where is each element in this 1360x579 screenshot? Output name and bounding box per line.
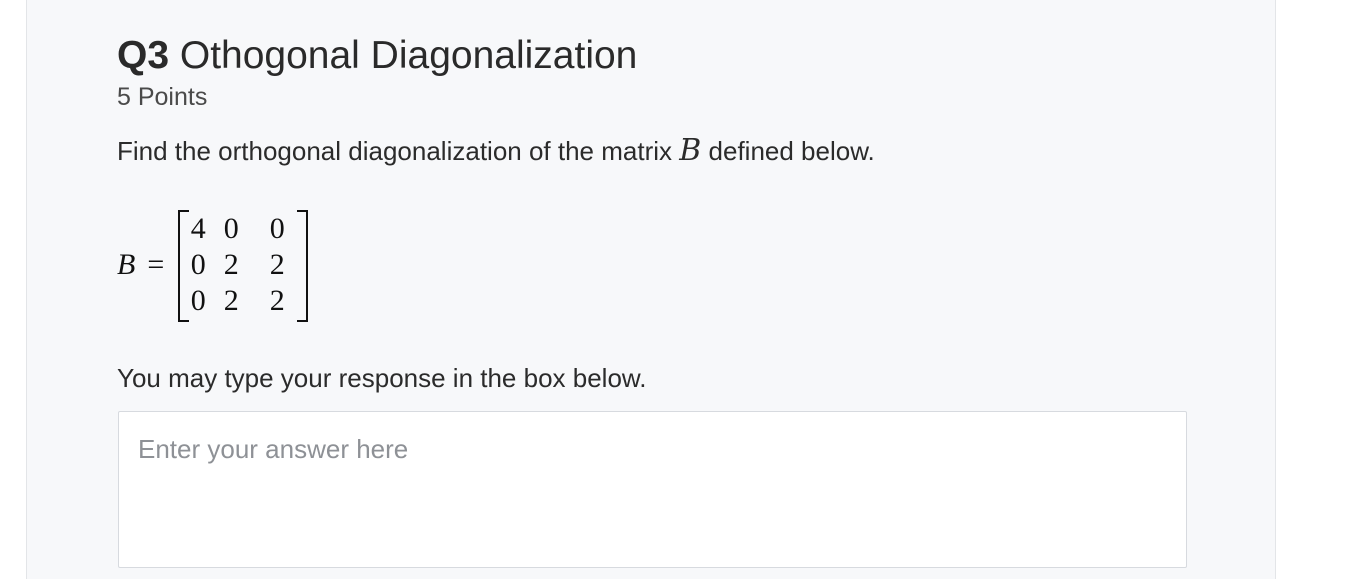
question-prompt: Find the orthogonal diagonalization of t… — [117, 133, 875, 169]
matrix-cell: 0 — [190, 248, 206, 281]
answer-input[interactable] — [118, 411, 1187, 568]
matrix-row: 0 2 2 — [188, 283, 300, 319]
matrix-cell: 2 — [223, 248, 239, 281]
response-instruction: You may type your response in the box be… — [117, 363, 647, 393]
prompt-text-before: Find the orthogonal diagonalization of t… — [117, 136, 680, 166]
matrix-b: 4 0 0 0 2 2 0 2 2 — [178, 210, 309, 322]
matrix-cell: 0 — [223, 212, 239, 245]
question-header: Q3 Othogonal Diagonalization 5 Points — [117, 30, 637, 113]
matrix-cell: 2 — [269, 284, 285, 317]
equation-lhs: B — [117, 248, 136, 281]
matrix-cell: 2 — [223, 284, 239, 317]
question-points: 5 Points — [117, 83, 208, 111]
matrix-cell: 4 — [190, 212, 206, 245]
equals-sign: = — [147, 248, 165, 281]
matrix-cell: 0 — [190, 284, 206, 317]
question-title: Q3 Othogonal Diagonalization — [117, 30, 637, 82]
matrix-right-bracket — [297, 210, 309, 322]
matrix-cell: 2 — [269, 248, 285, 281]
matrix-cell: 0 — [269, 212, 285, 245]
matrix-row: 4 0 0 — [188, 211, 300, 247]
prompt-matrix-variable: B — [679, 133, 702, 168]
matrix-equation: B = 4 0 0 0 2 2 0 2 2 — [117, 208, 309, 322]
matrix-row: 0 2 2 — [188, 247, 300, 283]
question-number: Q3 — [117, 34, 170, 77]
matrix-grid: 4 0 0 0 2 2 0 2 2 — [188, 211, 300, 319]
question-name: Othogonal Diagonalization — [179, 34, 638, 77]
prompt-text-after: defined below. — [701, 136, 875, 166]
question-panel: Q3 Othogonal Diagonalization 5 Points Fi… — [26, 0, 1276, 579]
matrix-left-bracket — [178, 210, 190, 322]
